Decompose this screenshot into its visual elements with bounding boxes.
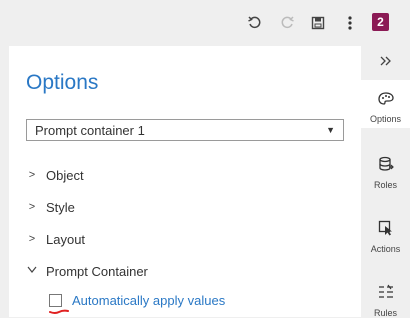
rail-label-actions: Actions — [370, 244, 401, 254]
rules-icon — [378, 284, 393, 298]
dropdown-arrow-icon: ▼ — [326, 125, 335, 135]
section-style[interactable]: > Style — [26, 196, 75, 218]
auto-apply-label: Automatically apply values — [72, 292, 226, 308]
object-select[interactable]: Prompt container 1 ▼ — [26, 119, 344, 141]
notification-badge[interactable]: 2 — [372, 13, 389, 31]
rail-label-roles: Roles — [373, 180, 397, 190]
section-style-label: Style — [46, 199, 75, 215]
section-object-label: Object — [46, 167, 84, 183]
chevron-down-icon — [26, 265, 38, 277]
more-vertical-icon — [348, 16, 352, 30]
save-icon — [311, 16, 325, 30]
object-select-value: Prompt container 1 — [35, 123, 145, 138]
database-icon — [378, 156, 394, 171]
section-layout-label: Layout — [46, 231, 86, 247]
undo-icon — [248, 16, 261, 29]
section-prompt-container[interactable]: Prompt Container — [26, 260, 148, 282]
rail-item-actions[interactable]: Actions — [361, 220, 410, 254]
section-prompt-container-label: Prompt Container — [46, 263, 148, 279]
double-chevron-right-icon — [380, 56, 391, 66]
palette-icon — [377, 92, 394, 105]
rail-label-options: Options — [369, 114, 402, 124]
rail-item-options[interactable]: Options — [361, 92, 410, 124]
collapse-panel-button[interactable] — [361, 54, 410, 69]
chevron-right-icon: > — [28, 201, 36, 213]
redo-button[interactable] — [276, 12, 298, 34]
annotation-underline — [49, 309, 69, 314]
undo-button[interactable] — [244, 12, 266, 34]
rail-item-roles[interactable]: Roles — [361, 156, 410, 190]
auto-apply-checkbox[interactable] — [49, 293, 62, 307]
redo-icon — [281, 16, 294, 29]
save-button[interactable] — [307, 12, 329, 34]
more-options-button[interactable] — [339, 12, 361, 34]
auto-apply-row[interactable]: Automatically apply values — [49, 291, 225, 309]
options-panel: Options Prompt container 1 ▼ > Object > … — [9, 46, 361, 317]
section-layout[interactable]: > Layout — [26, 228, 85, 250]
right-rail: Options Roles Actions Rules — [361, 46, 410, 318]
cursor-icon — [378, 220, 392, 236]
section-object[interactable]: > Object — [26, 164, 84, 186]
panel-title: Options — [26, 71, 99, 94]
rail-item-rules[interactable]: Rules — [361, 284, 410, 318]
chevron-right-icon: > — [28, 169, 36, 181]
top-toolbar: 2 — [0, 0, 410, 46]
chevron-right-icon: > — [28, 233, 36, 245]
